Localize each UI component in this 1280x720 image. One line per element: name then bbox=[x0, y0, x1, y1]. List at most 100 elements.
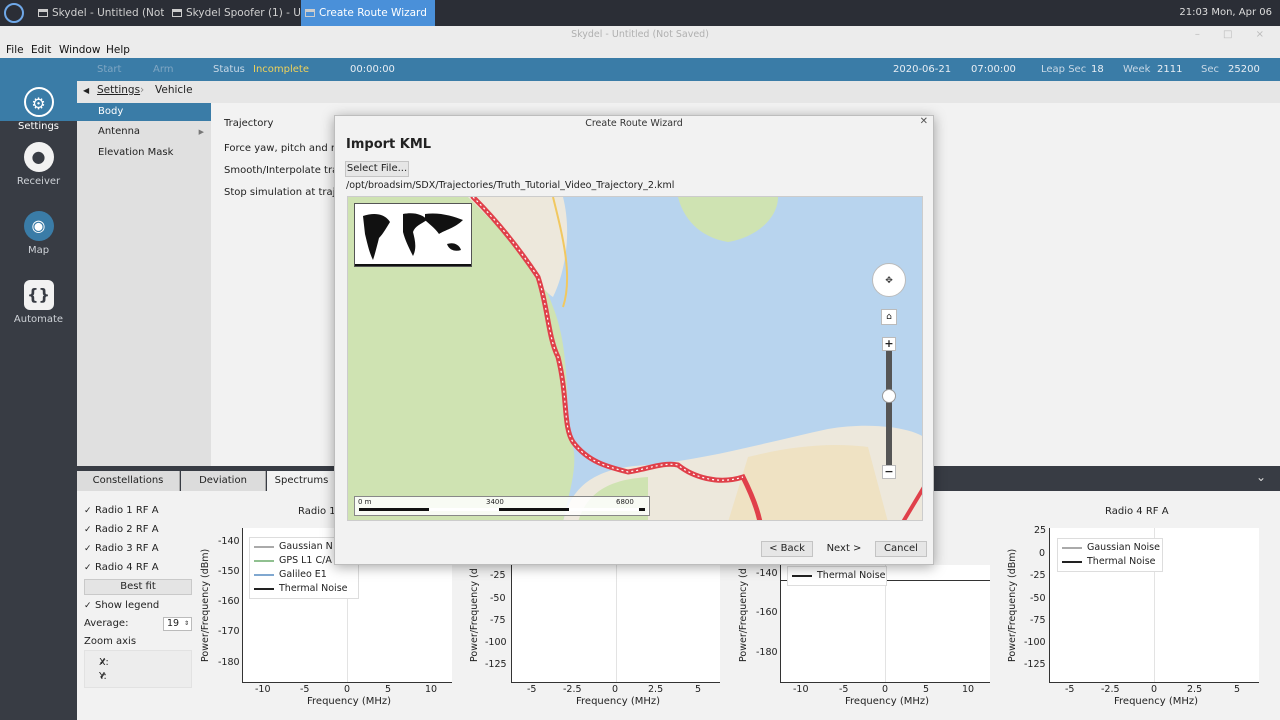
plot3-xtick: 5 bbox=[923, 684, 930, 695]
plot4-title: Radio 4 RF A bbox=[1105, 506, 1169, 517]
plot2-xlabel: Frequency (MHz) bbox=[576, 696, 661, 707]
plot2-ytick: -75 bbox=[490, 615, 506, 626]
checkmark-icon: ✓ bbox=[84, 544, 92, 554]
minimap-americas bbox=[363, 214, 390, 260]
radio3-checkbox[interactable]: ✓ Radio 3 RF A bbox=[84, 543, 159, 554]
route-map[interactable]: ✥ ⌂ + − 0 m 3400 6800 bbox=[347, 196, 923, 521]
force-yaw-option[interactable]: Force yaw, pitch and ro bbox=[224, 143, 341, 154]
plot2-area[interactable] bbox=[511, 565, 720, 683]
simulation-status-bar: Start Arm Status Incomplete 00:00:00 202… bbox=[0, 58, 1280, 81]
plot2-xtick: -2.5 bbox=[563, 684, 582, 695]
smooth-interpolate-option[interactable]: Smooth/Interpolate traj bbox=[224, 165, 341, 176]
zoom-slider[interactable]: + − bbox=[882, 337, 896, 479]
show-legend-checkbox[interactable]: ✓ Show legend bbox=[84, 600, 159, 611]
tree-item-antenna[interactable]: Antenna ▶ bbox=[77, 123, 211, 141]
plot2-gridline bbox=[616, 565, 617, 682]
legend-swatch bbox=[1062, 546, 1082, 549]
home-icon[interactable]: ⌂ bbox=[881, 309, 897, 325]
tree-item-elevation-mask[interactable]: Elevation Mask bbox=[77, 144, 211, 162]
radio2-checkbox[interactable]: ✓ Radio 2 RF A bbox=[84, 524, 159, 535]
tab-constellations[interactable]: Constellations bbox=[77, 471, 180, 491]
plot1-ylabel: Power/Frequency (dBm) bbox=[200, 548, 211, 662]
legend-swatch bbox=[792, 574, 812, 577]
stop-simulation-option[interactable]: Stop simulation at traje bbox=[224, 187, 342, 198]
zoom-in-icon[interactable]: + bbox=[882, 337, 896, 351]
cancel-button[interactable]: Cancel bbox=[875, 541, 927, 557]
os-logo-icon[interactable] bbox=[4, 3, 24, 23]
legend-swatch bbox=[1062, 560, 1082, 563]
plot1-ytick: -170 bbox=[218, 626, 240, 637]
pan-icon[interactable]: ✥ bbox=[872, 263, 906, 297]
collapse-chevron-icon[interactable]: ⌄ bbox=[1256, 470, 1266, 484]
window-icon bbox=[305, 9, 315, 17]
best-fit-button[interactable]: Best fit bbox=[84, 579, 192, 595]
plot4-xlabel: Frequency (MHz) bbox=[1114, 696, 1199, 707]
plot3-xtick: -10 bbox=[793, 684, 809, 695]
breadcrumb-vehicle: Vehicle bbox=[155, 84, 193, 96]
nav-receiver[interactable]: ● Receiver bbox=[0, 136, 77, 198]
radio1-checkbox[interactable]: ✓ Radio 1 RF A bbox=[84, 505, 159, 516]
plot4-xtick: -5 bbox=[1065, 684, 1075, 695]
map-globe-icon: ◉ bbox=[23, 211, 54, 241]
plot1-ytick: -150 bbox=[218, 566, 240, 577]
start-button[interactable]: Start bbox=[97, 64, 121, 75]
zoom-thumb[interactable] bbox=[882, 389, 896, 403]
taskbar-item-skydel[interactable]: Skydel - Untitled (Not S... bbox=[34, 0, 164, 26]
sim-time: 07:00:00 bbox=[971, 64, 1016, 75]
world-minimap[interactable] bbox=[354, 203, 472, 267]
window-title: Skydel - Untitled (Not Saved) bbox=[571, 29, 709, 40]
taskbar-item-route-wizard[interactable]: Create Route Wizard bbox=[301, 0, 435, 26]
settings-icon: ⚙ bbox=[23, 87, 54, 117]
next-button[interactable]: Next > bbox=[821, 541, 867, 557]
tab-spectrums[interactable]: Spectrums bbox=[267, 471, 337, 491]
breadcrumb-settings[interactable]: Settings bbox=[97, 84, 140, 96]
kml-file-path: /opt/broadsim/SDX/Trajectories/Truth_Tut… bbox=[346, 180, 675, 191]
plot2-ytick: -125 bbox=[485, 659, 507, 670]
window-controls[interactable]: – □ × bbox=[1195, 26, 1274, 44]
spinner-arrows-icon[interactable]: ⇕ bbox=[184, 618, 189, 630]
menu-file[interactable]: File bbox=[6, 44, 24, 56]
menu-help[interactable]: Help bbox=[106, 44, 130, 56]
select-file-button[interactable]: Select File... bbox=[345, 161, 409, 177]
plot4-xtick: 2.5 bbox=[1187, 684, 1203, 695]
close-icon[interactable]: ✕ bbox=[920, 116, 928, 127]
plot3-ylabel: Power/Frequency (d bbox=[738, 568, 749, 662]
legend-swatch bbox=[254, 573, 274, 576]
back-button[interactable]: < Back bbox=[761, 541, 813, 557]
minimap-asia bbox=[425, 213, 463, 234]
legend-swatch bbox=[254, 559, 274, 562]
menubar: File Edit Window Help bbox=[0, 44, 1280, 58]
plot4-legend: Gaussian Noise Thermal Noise bbox=[1057, 538, 1163, 572]
radio4-checkbox[interactable]: ✓ Radio 4 RF A bbox=[84, 562, 159, 573]
status-label: Status bbox=[213, 64, 245, 75]
scale-label-0: 0 m bbox=[358, 498, 372, 506]
minimap-antarctica bbox=[355, 264, 471, 266]
taskbar-item-spoofer[interactable]: Skydel Spoofer (1) - Unt... bbox=[168, 0, 300, 26]
menu-edit[interactable]: Edit bbox=[31, 44, 51, 56]
plot3-xlabel: Frequency (MHz) bbox=[845, 696, 930, 707]
zoom-track[interactable] bbox=[886, 351, 892, 465]
menu-window[interactable]: Window bbox=[59, 44, 100, 56]
zoom-out-icon[interactable]: − bbox=[882, 465, 896, 479]
plot2-xtick: 5 bbox=[695, 684, 702, 695]
checkmark-icon: ✓ bbox=[99, 671, 107, 682]
expand-arrow-icon: ▶ bbox=[198, 128, 204, 136]
window-icon bbox=[38, 9, 48, 17]
nav-map[interactable]: ◉ Map bbox=[0, 205, 77, 267]
nav-settings[interactable]: ⚙ Settings bbox=[0, 81, 77, 132]
receiver-pin-icon: ● bbox=[23, 142, 54, 172]
tab-deviation[interactable]: Deviation bbox=[181, 471, 266, 491]
plot3-ytick: -180 bbox=[756, 647, 778, 658]
dialog-title: Create Route Wizard bbox=[585, 118, 683, 129]
plot2-xtick: -5 bbox=[527, 684, 537, 695]
nav-automate[interactable]: {} Automate bbox=[0, 274, 77, 336]
legend-item: Thermal Noise bbox=[254, 582, 354, 596]
arm-button[interactable]: Arm bbox=[153, 64, 174, 75]
average-spinbox[interactable]: 19 ⇕ bbox=[163, 617, 192, 631]
tree-item-body[interactable]: Body bbox=[77, 103, 211, 121]
plot4-ylabel: Power/Frequency (dBm) bbox=[1007, 548, 1018, 662]
plot2-ytick: -100 bbox=[485, 637, 507, 648]
plot3-xtick: 0 bbox=[882, 684, 889, 695]
back-arrow-icon[interactable]: ◀ bbox=[83, 86, 89, 95]
minimap-australia bbox=[447, 243, 461, 251]
